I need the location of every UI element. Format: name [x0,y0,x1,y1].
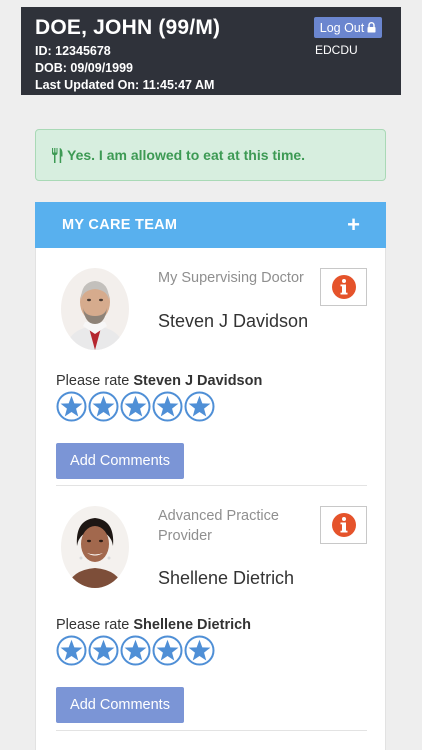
plus-icon[interactable]: + [347,214,360,236]
provider-photo [61,506,129,588]
provider-role: My Supervising Doctor [158,270,304,286]
star-rating[interactable] [56,391,215,422]
provider-role: Advanced Practice Provider [158,508,279,544]
info-icon [331,275,356,299]
provider-info-button[interactable] [320,506,367,544]
patient-header: DOE, JOHN (99/M) ID: 12345678 DOB: 09/09… [21,7,401,95]
care-team-panel: My Supervising Doctor Steven J Davidson … [35,248,386,750]
rate-provider-name: Steven J Davidson [133,373,263,389]
star-rating[interactable] [56,635,215,666]
provider-photo [61,268,129,350]
lock-icon [367,22,376,33]
unit-code: EDCDU [315,43,358,57]
rate-prompt: Please rate Steven J Davidson [56,373,262,389]
logout-button[interactable]: Log Out [314,17,382,38]
care-team-header[interactable]: MY CARE TEAM + [35,202,386,248]
care-team-title: MY CARE TEAM [62,217,178,233]
rate-prefix: Please rate [56,373,130,389]
add-comments-button[interactable]: Add Comments [56,687,184,723]
star-icon[interactable] [56,391,87,422]
star-icon[interactable] [56,635,87,666]
star-icon[interactable] [152,635,183,666]
star-icon[interactable] [120,391,151,422]
patient-id: ID: 12345678 [35,44,111,58]
star-icon[interactable] [88,635,119,666]
patient-dob: DOB: 09/09/1999 [35,61,133,75]
star-icon[interactable] [184,391,215,422]
eating-status-text: Yes. I am allowed to eat at this time. [67,147,306,163]
provider-name: Steven J Davidson [158,311,309,331]
star-icon[interactable] [120,635,151,666]
star-icon[interactable] [88,391,119,422]
add-comments-button[interactable]: Add Comments [56,443,184,479]
rate-prefix: Please rate [56,617,130,633]
utensils-icon [52,147,63,163]
last-updated: Last Updated On: 11:45:47 AM [35,78,215,92]
rate-provider-name: Shellene Dietrich [133,617,252,633]
star-icon[interactable] [184,635,215,666]
divider [56,730,367,731]
provider-name: Shellene Dietrich [158,568,295,588]
info-icon [331,513,356,537]
provider-info-button[interactable] [320,268,367,306]
rate-prompt: Please rate Shellene Dietrich [56,617,251,633]
star-icon[interactable] [152,391,183,422]
patient-name: DOE, JOHN (99/M) [35,16,221,39]
logout-label: Log Out [319,20,365,35]
eating-status-alert: Yes. I am allowed to eat at this time. [35,129,386,181]
divider [56,485,367,486]
